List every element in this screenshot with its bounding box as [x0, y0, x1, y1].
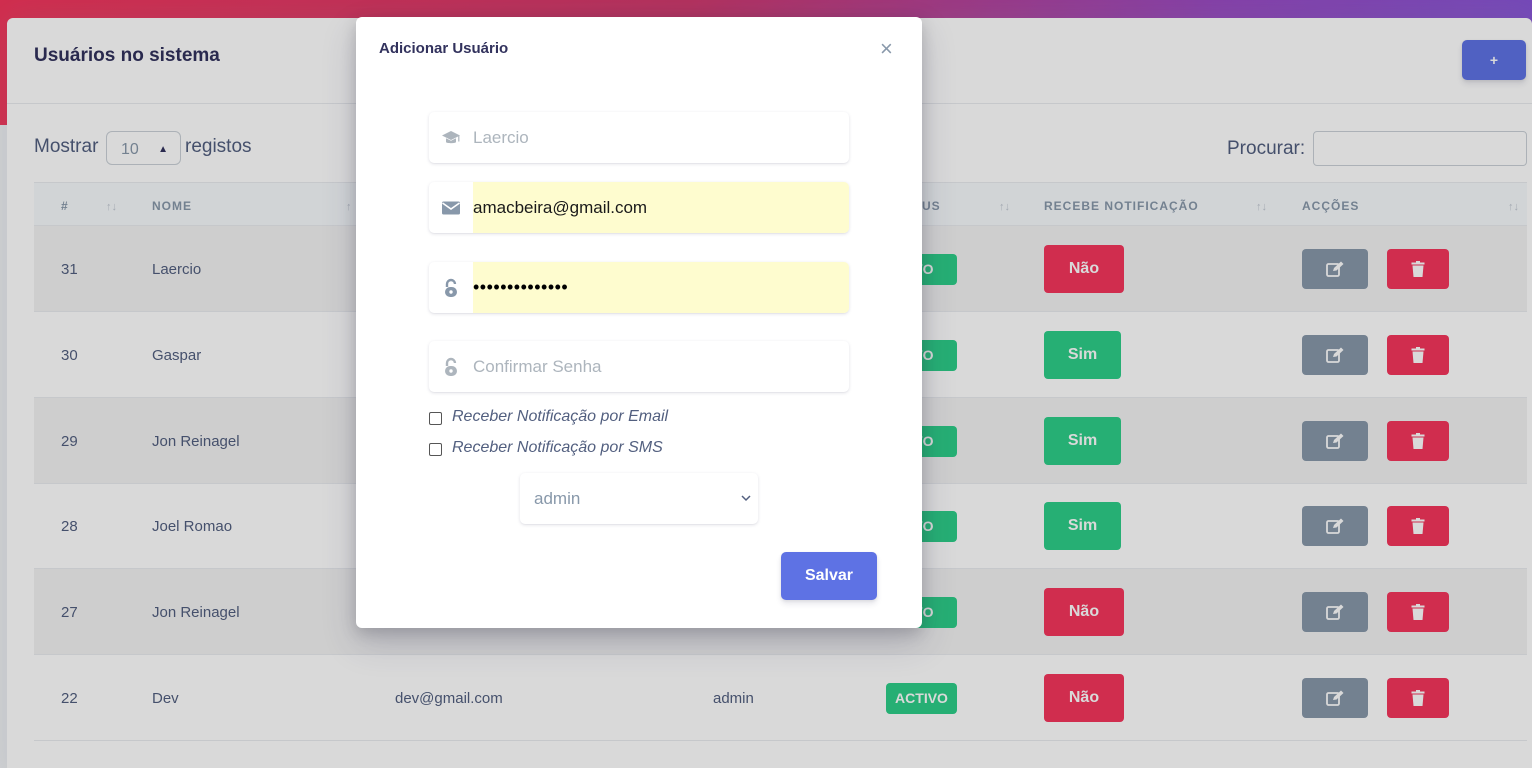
- password-field[interactable]: ••••••••••••••: [429, 262, 849, 313]
- confirm-password-field[interactable]: Confirmar Senha: [429, 341, 849, 392]
- add-user-modal: Adicionar Usuário × Laercio amacbeira@gm…: [356, 17, 922, 628]
- confirm-password-placeholder: Confirmar Senha: [473, 357, 602, 376]
- name-value: Laercio: [473, 128, 529, 147]
- modal-title: Adicionar Usuário: [379, 40, 509, 57]
- unlock-icon: [429, 341, 473, 392]
- password-value: ••••••••••••••: [473, 262, 849, 313]
- graduation-cap-icon: [429, 112, 473, 163]
- save-button[interactable]: Salvar: [781, 552, 877, 600]
- chevron-down-icon: [741, 495, 751, 502]
- role-value: admin: [534, 489, 581, 508]
- email-value: amacbeira@gmail.com: [473, 182, 849, 233]
- envelope-icon: [429, 182, 473, 233]
- email-field[interactable]: amacbeira@gmail.com: [429, 182, 849, 233]
- close-icon[interactable]: ×: [880, 37, 893, 61]
- unlock-icon: [429, 262, 473, 313]
- sms-notification-label[interactable]: Receber Notificação por SMS: [452, 439, 663, 457]
- name-field[interactable]: Laercio: [429, 112, 849, 163]
- role-select[interactable]: admin: [520, 473, 758, 524]
- sms-notification-checkbox[interactable]: [429, 443, 442, 456]
- email-notification-label[interactable]: Receber Notificação por Email: [452, 408, 668, 426]
- email-notification-checkbox[interactable]: [429, 412, 442, 425]
